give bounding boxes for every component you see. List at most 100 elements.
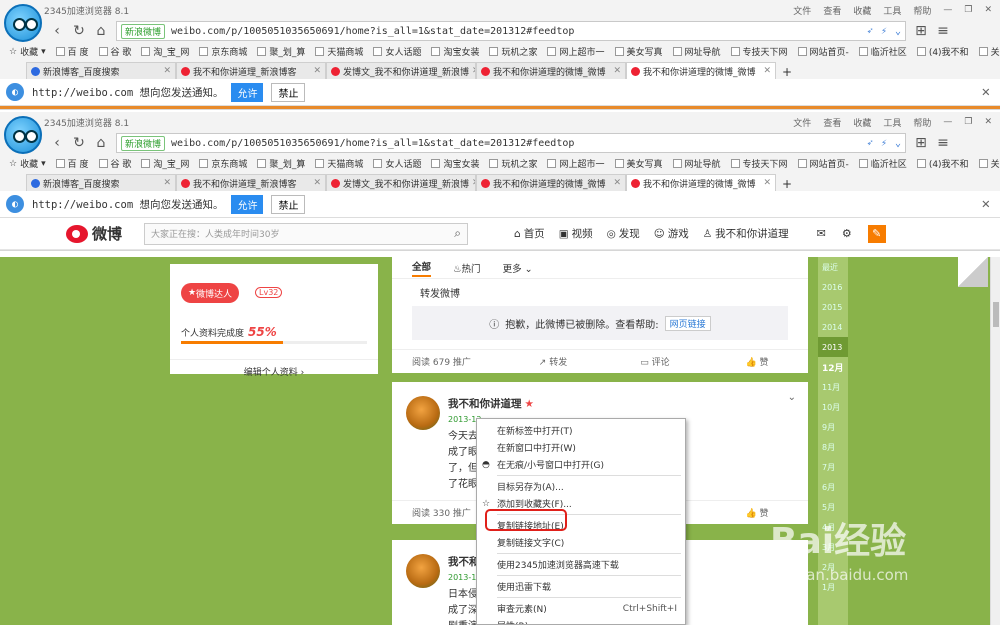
close-window-icon[interactable]: ✕ bbox=[984, 117, 992, 127]
weibo-search-input[interactable]: 大家正在搜：人类成年时间30岁 ⌕ bbox=[144, 222, 469, 245]
bookmark-item[interactable]: 京东商城 bbox=[194, 157, 252, 170]
menu-properties[interactable]: 属性(R) bbox=[477, 617, 685, 624]
timeline-item[interactable]: 2014 bbox=[818, 317, 848, 337]
menu-inspect[interactable]: 审查元素(N) Ctrl+Shift+I bbox=[477, 600, 685, 617]
bookmark-item[interactable]: 百 度 bbox=[51, 45, 94, 58]
tab-weibo-1[interactable]: 我不和你讲道理的微博_微博 ✕ bbox=[476, 174, 626, 191]
tab-weibo-active[interactable]: 我不和你讲道理的微博_微博 ✕ bbox=[626, 174, 776, 191]
bookmark-item[interactable]: 关于申报基 bbox=[974, 157, 1000, 170]
bookmark-item[interactable]: 关于申报基 bbox=[974, 45, 1000, 58]
tab-hot[interactable]: ♨热门 bbox=[453, 261, 481, 275]
bookmark-item[interactable]: 临沂社区 bbox=[854, 45, 912, 58]
menu-icon[interactable]: ≡ bbox=[936, 135, 950, 151]
timeline-item[interactable]: 9月 bbox=[818, 417, 848, 437]
bookmark-item[interactable]: 谷 歌 bbox=[94, 157, 137, 170]
restore-icon[interactable]: ❐ bbox=[964, 5, 972, 15]
nav-games[interactable]: ☺ 游戏 bbox=[654, 226, 689, 241]
home-icon[interactable]: ⌂ bbox=[94, 135, 108, 151]
like-button[interactable]: 👍 赞 bbox=[706, 355, 808, 368]
bookmark-item[interactable]: 淘_宝_网 bbox=[136, 157, 194, 170]
talent-badge[interactable]: ★ 微博达人 bbox=[181, 283, 239, 303]
timeline-item[interactable]: 4月 bbox=[818, 517, 848, 537]
dropdown-icon[interactable]: ⌄ bbox=[895, 26, 901, 37]
bookmark-item[interactable]: 专技天下网 bbox=[726, 45, 793, 58]
menu-help[interactable]: 帮助 bbox=[913, 116, 931, 129]
bookmark-item[interactable]: 女人话题 bbox=[368, 45, 426, 58]
timeline-item-active[interactable]: 2013 bbox=[818, 337, 848, 357]
minimize-icon[interactable]: — bbox=[943, 5, 952, 15]
bookmark-favorites[interactable]: ☆ 收藏 ▾ bbox=[4, 45, 51, 59]
bookmark-item[interactable]: 专技天下网 bbox=[726, 157, 793, 170]
bookmark-item[interactable]: (4)我不和 bbox=[912, 45, 974, 58]
bookmark-item[interactable]: 网站首页- bbox=[793, 45, 854, 58]
comment-button[interactable]: ▭ 评论 bbox=[604, 355, 706, 368]
bookmark-item[interactable]: 美女写真 bbox=[610, 45, 668, 58]
bookmark-item[interactable]: 网上超市一 bbox=[542, 45, 609, 58]
menu-download-thunder[interactable]: 使用迅雷下载 bbox=[477, 578, 685, 595]
bookmark-item[interactable]: 玩机之家 bbox=[484, 45, 542, 58]
close-notify-icon[interactable]: ✕ bbox=[982, 196, 990, 212]
tab-baidu[interactable]: 新浪博客_百度搜索 ✕ bbox=[26, 62, 176, 79]
rocket-icon[interactable]: ➶ bbox=[867, 26, 873, 37]
tab-all[interactable]: 全部 bbox=[412, 259, 432, 277]
avatar[interactable] bbox=[406, 396, 440, 430]
menu-view[interactable]: 查看 bbox=[823, 116, 841, 129]
bookmark-item[interactable]: 京东商城 bbox=[194, 45, 252, 58]
menu-open-new-tab[interactable]: 在新标签中打开(T) bbox=[477, 422, 685, 439]
refresh-icon[interactable]: ↻ bbox=[72, 23, 86, 39]
dropdown-icon[interactable]: ⌄ bbox=[895, 138, 901, 149]
menu-view[interactable]: 查看 bbox=[823, 4, 841, 17]
compose-icon[interactable]: ✎ bbox=[867, 224, 886, 243]
scrollbar-thumb[interactable] bbox=[993, 302, 999, 327]
bookmark-item[interactable]: 天猫商城 bbox=[310, 45, 368, 58]
deny-button[interactable]: 禁止 bbox=[271, 82, 306, 102]
bookmark-item[interactable]: 百 度 bbox=[51, 157, 94, 170]
tab-weibo-1[interactable]: 我不和你讲道理的微博_微博 ✕ bbox=[476, 62, 626, 79]
timeline-item[interactable]: 2016 bbox=[818, 277, 848, 297]
timeline-item[interactable]: 12月 bbox=[818, 357, 848, 377]
bookmark-item[interactable]: 女人话题 bbox=[368, 157, 426, 170]
bookmark-item[interactable]: 临沂社区 bbox=[854, 157, 912, 170]
timeline-item[interactable]: 最近 bbox=[818, 257, 848, 277]
back-icon[interactable]: ‹ bbox=[50, 135, 64, 151]
tab-blog[interactable]: 我不和你讲道理_新浪博客 ✕ bbox=[176, 174, 326, 191]
address-bar[interactable]: 新浪微博 weibo.com/p/1005051035650691/home?i… bbox=[116, 133, 906, 153]
bookmark-item[interactable]: 聚_划_算 bbox=[252, 157, 310, 170]
user-name[interactable]: 我不和 bbox=[448, 554, 480, 569]
tab-blog[interactable]: 我不和你讲道理_新浪博客 ✕ bbox=[176, 62, 326, 79]
minimize-icon[interactable]: — bbox=[943, 117, 952, 127]
bookmark-item[interactable]: 网站首页- bbox=[793, 157, 854, 170]
timeline-item[interactable]: 3月 bbox=[818, 537, 848, 557]
chevron-down-icon[interactable]: ⌄ bbox=[788, 392, 796, 403]
close-window-icon[interactable]: ✕ bbox=[984, 5, 992, 15]
tab-more[interactable]: 更多 ⌄ bbox=[503, 261, 533, 275]
tab-post[interactable]: 发博文_我不和你讲道理_新浪博✕ bbox=[326, 174, 476, 191]
rocket-icon[interactable]: ➶ bbox=[867, 138, 873, 149]
allow-button[interactable]: 允许 bbox=[231, 82, 264, 102]
menu-file[interactable]: 文件 bbox=[793, 116, 811, 129]
avatar[interactable] bbox=[406, 554, 440, 588]
bookmark-item[interactable]: 美女写真 bbox=[610, 157, 668, 170]
bookmark-item[interactable]: 网址导航 bbox=[668, 157, 726, 170]
back-icon[interactable]: ‹ bbox=[50, 23, 64, 39]
new-tab-icon[interactable]: + bbox=[776, 177, 798, 191]
post-date[interactable]: 2013-1 bbox=[448, 573, 476, 582]
user-name[interactable]: 我不和你讲道理 ★ bbox=[448, 396, 534, 411]
bookmark-item[interactable]: 谷 歌 bbox=[94, 45, 137, 58]
bookmark-item[interactable]: 玩机之家 bbox=[484, 157, 542, 170]
home-icon[interactable]: ⌂ bbox=[94, 23, 108, 39]
bolt-icon[interactable]: ⚡ bbox=[881, 26, 887, 37]
bookmark-item[interactable]: 天猫商城 bbox=[310, 157, 368, 170]
bookmark-item[interactable]: 淘宝女装 bbox=[426, 45, 484, 58]
address-bar[interactable]: 新浪微博 weibo.com/p/1005051035650691/home?i… bbox=[116, 21, 906, 41]
menu-tools[interactable]: 工具 bbox=[883, 116, 901, 129]
nav-home[interactable]: ⌂ 首页 bbox=[514, 226, 545, 241]
bookmark-item[interactable]: (4)我不和 bbox=[912, 157, 974, 170]
tab-post[interactable]: 发博文_我不和你讲道理_新浪博✕ bbox=[326, 62, 476, 79]
menu-favorites[interactable]: 收藏 bbox=[853, 116, 871, 129]
new-tab-icon[interactable]: + bbox=[776, 65, 798, 79]
menu-favorites[interactable]: 收藏 bbox=[853, 4, 871, 17]
menu-download-2345[interactable]: 使用2345加速浏览器高速下载 bbox=[477, 556, 685, 573]
timeline-item[interactable]: 2015 bbox=[818, 297, 848, 317]
menu-copy-link-text[interactable]: 复制链接文字(C) bbox=[477, 534, 685, 551]
